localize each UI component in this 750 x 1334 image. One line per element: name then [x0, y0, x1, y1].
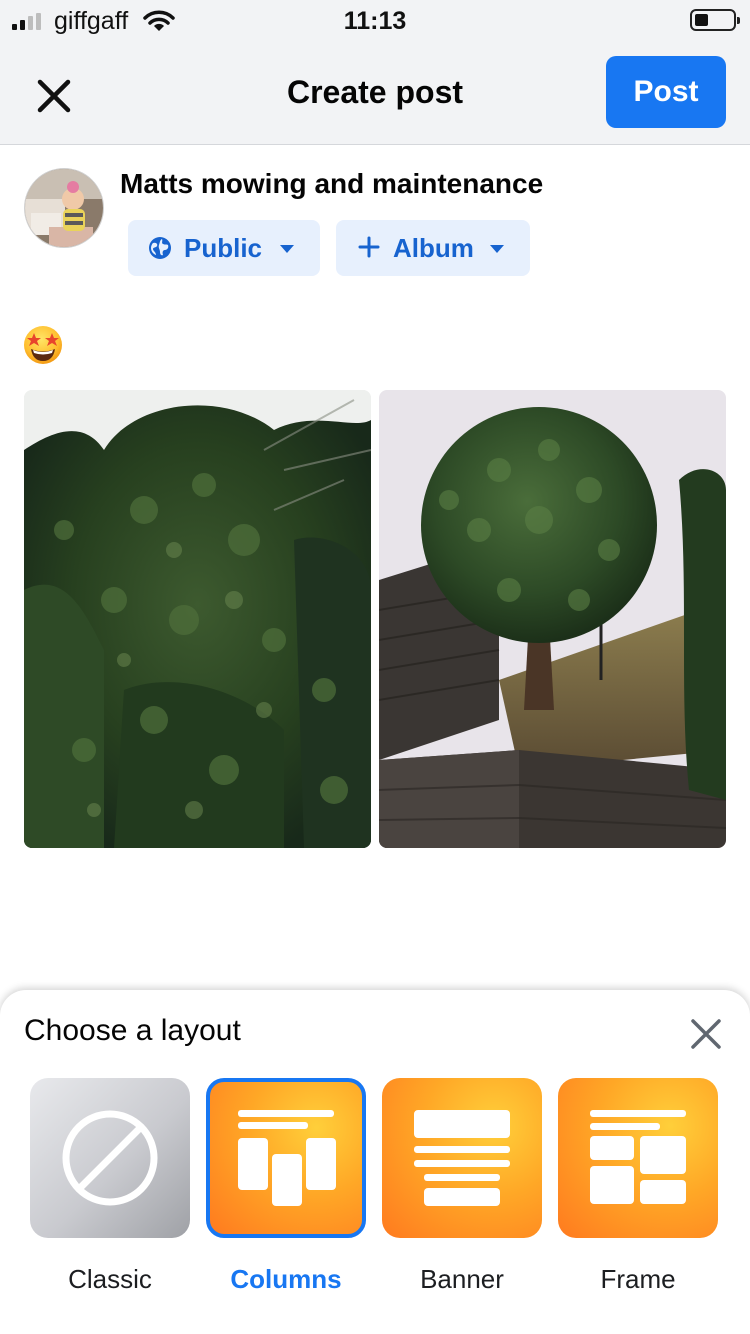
create-post-screen: giffgaff 11:13 Create post Post Matts mo… [0, 0, 750, 1334]
avatar-photo [25, 169, 103, 247]
hedge-photo-after [379, 390, 726, 848]
hedge-photo-before [24, 390, 371, 848]
close-icon[interactable] [688, 1016, 724, 1052]
chevron-down-icon [490, 245, 504, 253]
battery-icon [690, 9, 740, 31]
plus-icon [358, 236, 380, 258]
avatar[interactable] [24, 168, 104, 248]
layout-option-frame[interactable] [558, 1078, 718, 1238]
prohibited-icon [62, 1110, 158, 1206]
layout-option-columns[interactable] [206, 1078, 366, 1238]
clock: 11:13 [343, 7, 407, 35]
chevron-down-icon [280, 245, 294, 253]
audience-label: Public [184, 233, 263, 263]
layout-option-banner[interactable] [382, 1078, 542, 1238]
layout-label-banner[interactable]: Banner [374, 1264, 550, 1295]
sheet-title: Choose a layout [24, 1014, 241, 1047]
attached-photo-after[interactable] [379, 390, 726, 848]
page-name: Matts mowing and maintenance [120, 168, 544, 199]
layout-label-classic[interactable]: Classic [22, 1264, 198, 1295]
banner-layout-icon [414, 1110, 510, 1206]
layout-label-frame[interactable]: Frame [550, 1264, 726, 1295]
album-label: Album [393, 233, 474, 263]
post-button[interactable]: Post [606, 56, 726, 128]
layout-label-columns[interactable]: Columns [198, 1264, 374, 1295]
status-bar: giffgaff 11:13 [0, 0, 750, 44]
attached-photo-before[interactable] [24, 390, 371, 848]
star-struck-emoji[interactable]: 🤩 [22, 324, 64, 366]
frame-layout-icon [590, 1110, 686, 1204]
layout-sheet: Choose a layout Classic Columns Banner F… [0, 990, 750, 1334]
album-selector-button[interactable]: Album [336, 220, 530, 276]
columns-layout-icon [238, 1110, 336, 1206]
header-bar: Create post Post [0, 44, 750, 145]
layout-option-classic[interactable] [30, 1078, 190, 1238]
audience-selector-button[interactable]: Public [128, 220, 320, 276]
globe-icon [149, 237, 171, 259]
